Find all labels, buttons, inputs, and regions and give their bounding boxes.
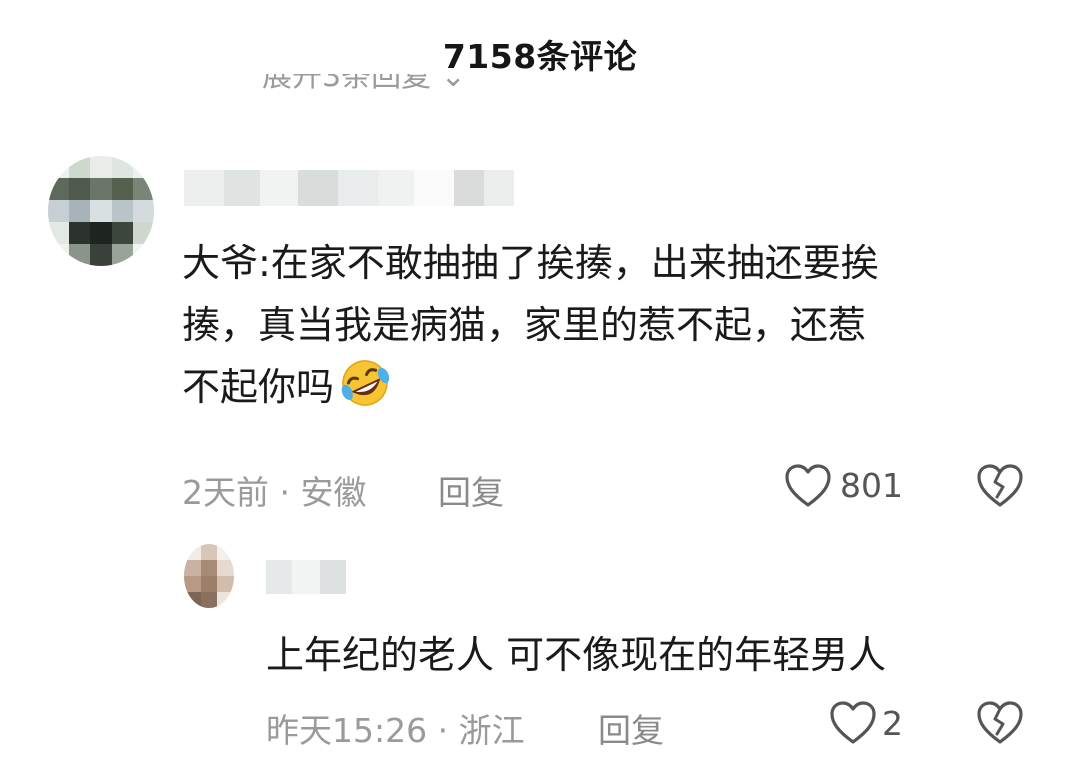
comment-meta: 2天前 · 安徽: [182, 473, 367, 512]
heart-outline-icon[interactable]: [828, 700, 878, 750]
comment-text: 大爷:在家不敢抽抽了挨揍，出来抽还要挨 揍，真当我是病猫，家里的惹不起，还惹 不…: [182, 232, 1022, 426]
reply-button[interactable]: 回复: [438, 466, 504, 514]
comment-location: 安徽: [300, 473, 367, 512]
reply-time: 昨天15:26: [266, 711, 428, 750]
heart-outline-icon[interactable]: [783, 463, 833, 513]
comment-count-title: 7158条评论: [442, 37, 638, 76]
reply-location: 浙江: [458, 711, 525, 750]
reply-username-blurred[interactable]: [266, 560, 346, 594]
broken-heart-icon[interactable]: [975, 700, 1025, 750]
expand-replies-link[interactable]: 展开3条回复 ⌄: [262, 74, 522, 102]
reply-avatar[interactable]: [184, 544, 234, 608]
reply-meta: 昨天15:26 · 浙江: [266, 711, 525, 750]
like-count: 801: [840, 466, 903, 505]
broken-heart-icon[interactable]: [975, 463, 1025, 513]
username-blurred[interactable]: [184, 170, 514, 206]
avatar[interactable]: [48, 156, 154, 266]
comment-time: 2天前: [182, 473, 269, 512]
rolling-on-floor-laughing-emoji: [336, 358, 394, 426]
reply-text: 上年纪的老人 可不像现在的年轻男人: [266, 633, 887, 677]
reply-like-count: 2: [882, 704, 903, 743]
reply-reply-button[interactable]: 回复: [598, 704, 664, 752]
